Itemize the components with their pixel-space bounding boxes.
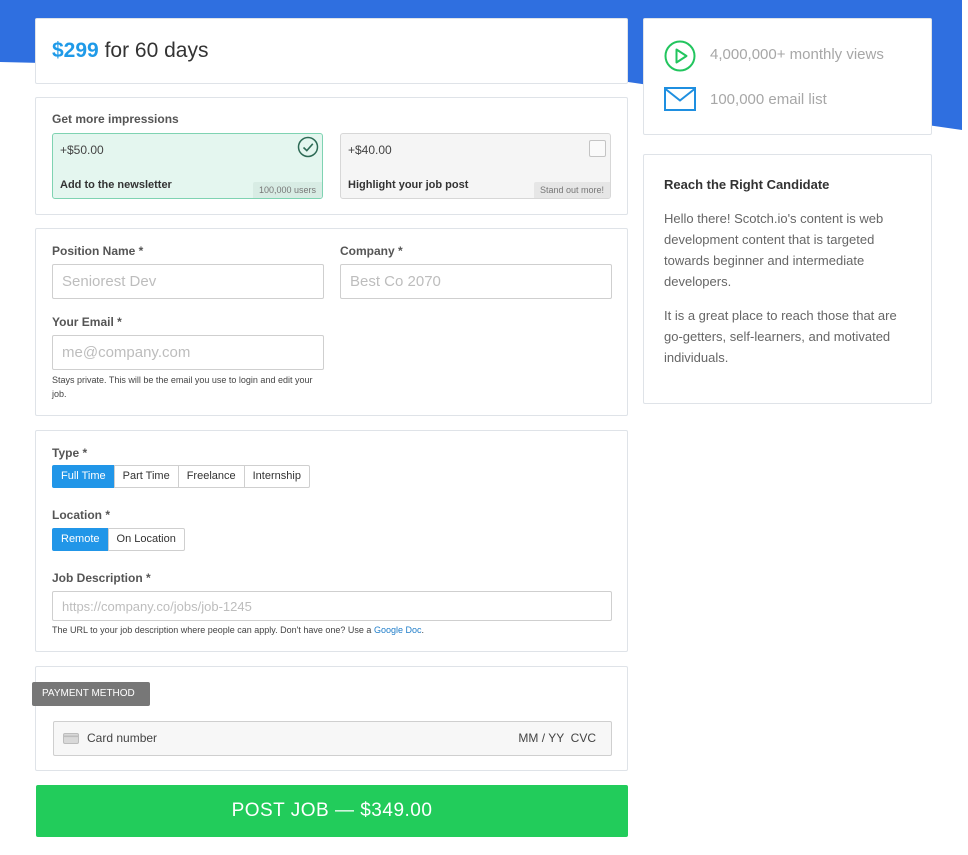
about-paragraph-2: It is a great place to reach those that … xyxy=(664,308,897,365)
description-label: Job Description * xyxy=(52,571,151,585)
highlight-badge: Stand out more! xyxy=(533,182,610,198)
job-info-card: Position Name * Company * Your Email * S… xyxy=(35,228,628,416)
card-expiry-cvc: MM / YY CVC xyxy=(518,731,596,745)
card-number-field[interactable]: Card number MM / YY CVC xyxy=(53,721,612,756)
envelope-icon xyxy=(664,87,696,111)
newsletter-title: Add to the newsletter xyxy=(60,179,172,191)
highlight-title: Highlight your job post xyxy=(348,179,469,191)
about-card: Reach the Right Candidate Hello there! S… xyxy=(643,154,932,404)
location-label: Location * xyxy=(52,508,111,522)
job-details-card: Type * Full Time Part Time Freelance Int… xyxy=(35,430,628,652)
google-doc-link[interactable]: Google Doc xyxy=(374,625,422,635)
type-selector: Full Time Part Time Freelance Internship xyxy=(52,465,310,488)
newsletter-option[interactable]: +$50.00 Add to the newsletter 100,000 us… xyxy=(52,133,323,199)
type-freelance[interactable]: Freelance xyxy=(177,465,245,488)
price-amount: $299 xyxy=(52,39,99,62)
description-help-body: The URL to your job description where pe… xyxy=(52,625,372,635)
price-summary: $299 for 60 days xyxy=(52,39,208,63)
email-label: Your Email * xyxy=(52,315,122,329)
post-job-button[interactable]: POST JOB — $349.00 xyxy=(36,785,628,837)
newsletter-badge: 100,000 users xyxy=(252,182,322,198)
type-label: Type * xyxy=(52,446,88,460)
impressions-card: Get more impressions +$50.00 Add to the … xyxy=(35,97,628,215)
payment-method-tag: PAYMENT METHOD xyxy=(32,682,150,706)
stat-views-text: 4,000,000+ monthly views xyxy=(710,46,884,63)
position-input[interactable] xyxy=(52,264,324,299)
type-internship[interactable]: Internship xyxy=(243,465,310,488)
position-label: Position Name * xyxy=(52,244,144,258)
email-input[interactable] xyxy=(52,335,324,370)
price-period: for 60 days xyxy=(104,39,209,62)
highlight-checkbox[interactable] xyxy=(589,140,606,157)
highlight-price: +$40.00 xyxy=(348,143,392,157)
highlight-option[interactable]: +$40.00 Highlight your job post Stand ou… xyxy=(340,133,611,199)
credit-card-icon xyxy=(63,733,79,744)
description-help-end: . xyxy=(421,625,424,635)
description-url-input[interactable] xyxy=(52,591,612,621)
company-input[interactable] xyxy=(340,264,612,299)
type-part-time[interactable]: Part Time xyxy=(113,465,179,488)
location-selector: Remote On Location xyxy=(52,528,185,551)
price-card: $299 for 60 days xyxy=(35,18,628,84)
stats-card: 4,000,000+ monthly views 100,000 email l… xyxy=(643,18,932,135)
card-number-placeholder: Card number xyxy=(87,731,158,745)
play-circle-icon xyxy=(664,40,696,72)
impressions-label: Get more impressions xyxy=(52,112,179,126)
description-help-text: The URL to your job description where pe… xyxy=(52,623,424,637)
location-on-location[interactable]: On Location xyxy=(107,528,185,551)
location-remote[interactable]: Remote xyxy=(52,528,109,551)
about-title: Reach the Right Candidate xyxy=(664,177,830,192)
company-label: Company * xyxy=(340,244,403,258)
about-paragraph-1: Hello there! Scotch.io's content is web … xyxy=(664,211,884,289)
newsletter-price: +$50.00 xyxy=(60,143,104,157)
type-full-time[interactable]: Full Time xyxy=(52,465,115,488)
stat-email-text: 100,000 email list xyxy=(710,91,827,108)
email-help-text: Stays private. This will be the email yo… xyxy=(52,375,313,399)
check-circle-icon xyxy=(297,136,319,158)
